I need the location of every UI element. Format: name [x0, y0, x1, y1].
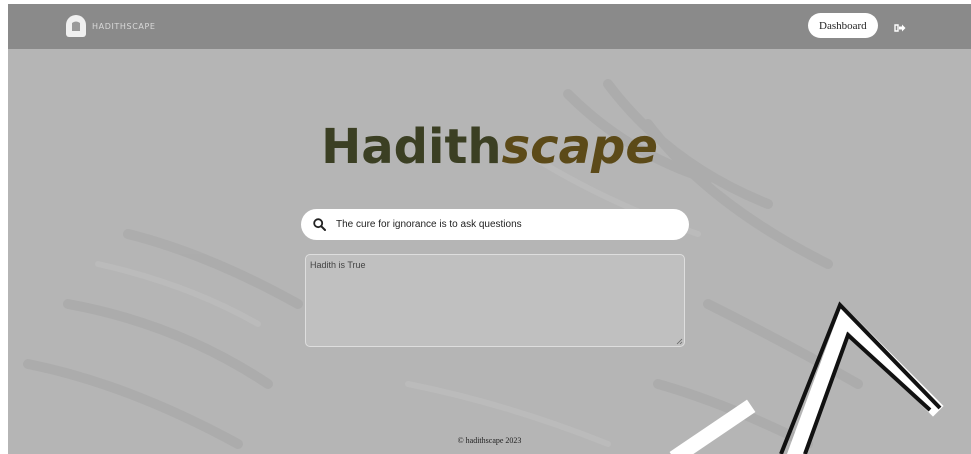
footer-copyright: © hadithscape 2023 — [457, 436, 522, 445]
sign-out-icon[interactable] — [894, 23, 906, 33]
title-part-hadith: Hadith — [321, 119, 502, 175]
brand[interactable]: HADITHSCAPE — [66, 15, 156, 37]
brand-name: HADITHSCAPE — [92, 21, 156, 31]
brand-logo-icon — [66, 15, 86, 37]
search-input[interactable] — [334, 218, 689, 231]
dashboard-button[interactable]: Dashboard — [808, 13, 878, 38]
title-part-scape: scape — [501, 119, 658, 175]
top-navigation-bar: HADITHSCAPE Dashboard — [8, 4, 971, 49]
search-icon — [313, 218, 326, 231]
page-title: Hadithscape — [8, 117, 971, 178]
app-window: HADITHSCAPE Dashboard Hadithscape Hadith… — [8, 4, 971, 454]
result-textarea[interactable]: Hadith is True — [305, 254, 685, 347]
resize-grip-icon[interactable] — [676, 338, 683, 345]
search-bar[interactable] — [301, 209, 689, 240]
